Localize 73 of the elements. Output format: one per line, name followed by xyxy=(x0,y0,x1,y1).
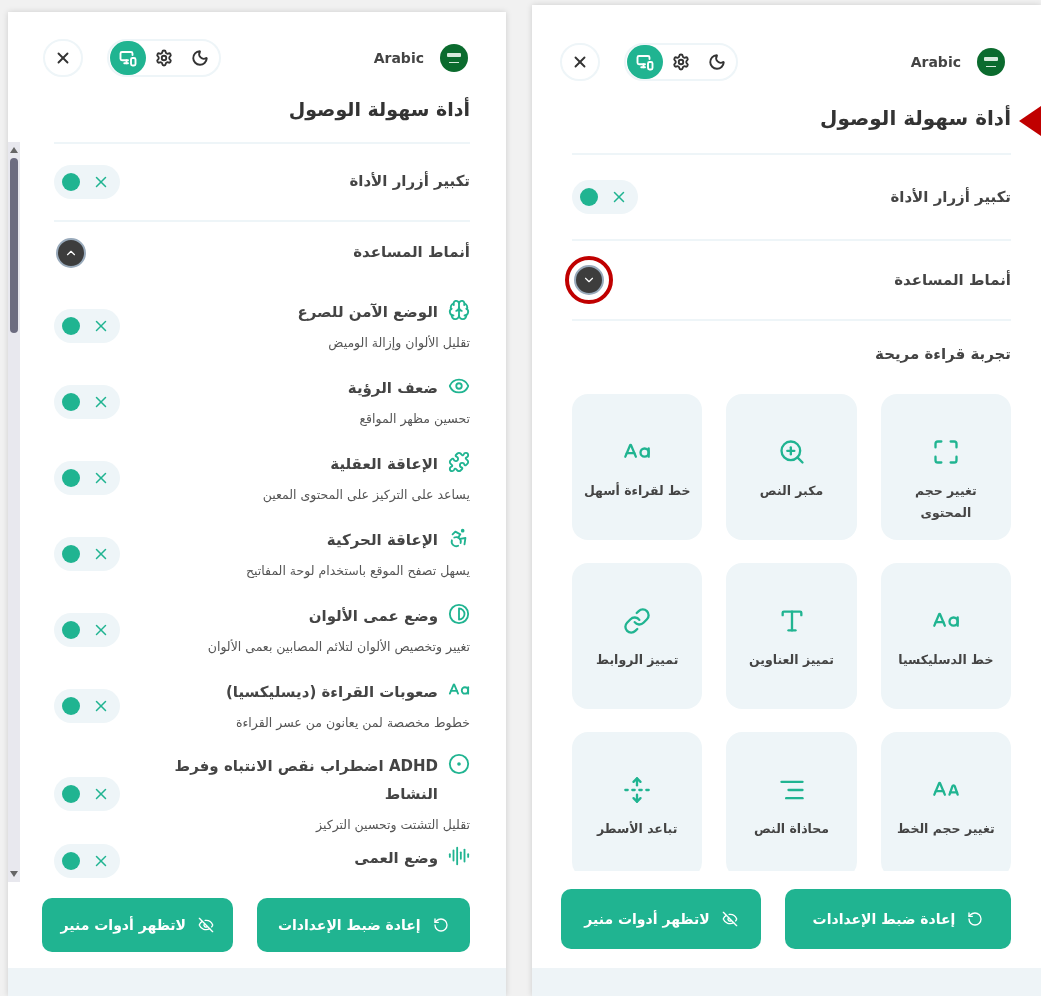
gear-icon xyxy=(155,49,173,67)
profile-description: يساعد على التركيز على المحتوى المعين xyxy=(262,486,470,505)
moon-icon xyxy=(708,53,726,71)
toggle-switch[interactable] xyxy=(54,308,120,343)
reset-icon xyxy=(967,911,984,927)
moon-icon xyxy=(191,49,209,67)
section-label: أنماط المساعدة xyxy=(353,241,470,264)
language-label[interactable]: Arabic xyxy=(373,47,424,69)
toggle-switch[interactable] xyxy=(54,776,120,811)
profile-title: الإعاقة الحركية xyxy=(326,530,438,552)
profile-title: ADHD اضطراب نقص الانتباه وفرط النشاط xyxy=(173,756,438,806)
scrollbar[interactable] xyxy=(8,141,20,882)
toggle-switch[interactable] xyxy=(54,164,120,199)
pointer-arrow xyxy=(1019,106,1041,136)
devices-icon xyxy=(636,53,654,71)
toggle-label: تكبير أزرار الأداة xyxy=(349,170,470,193)
section-label: أنماط المساعدة xyxy=(894,269,1011,291)
profile-description: تقليل التشتت وتحسين التركيز xyxy=(314,816,470,835)
profile-title: صعوبات القراءة (ديسليكسيا) xyxy=(226,682,438,704)
profile-description: تحسين مظهر المواقع xyxy=(358,410,470,429)
feature-tile[interactable]: خط لقراءة أسهل xyxy=(572,393,703,540)
toggle-switch[interactable] xyxy=(572,180,638,214)
collapse-button[interactable] xyxy=(56,237,86,268)
feature-tile[interactable]: مكبر النص xyxy=(726,393,857,540)
devices-icon xyxy=(119,49,137,67)
feature-tile[interactable]: تباعد الأسطر xyxy=(572,731,703,871)
gear-icon xyxy=(672,53,690,71)
contrast-icon xyxy=(448,603,470,626)
profile-title: ضعف الرؤية xyxy=(347,378,438,400)
reset-icon xyxy=(432,917,449,933)
profile-title: الوضع الآمن للصرع xyxy=(297,302,438,324)
puzzle-icon xyxy=(448,451,470,474)
feature-tile[interactable]: محاذاة النص xyxy=(726,731,857,871)
sound-wave-icon xyxy=(448,844,470,867)
feature-tile[interactable]: تمييز العناوين xyxy=(726,562,857,709)
zoom-in-icon xyxy=(777,437,806,466)
line-spacing-icon xyxy=(623,775,652,804)
profile-description: خطوط مخصصة لمن يعانون من عسر القراءة xyxy=(234,714,470,733)
collapse-button[interactable] xyxy=(574,265,604,295)
feature-tile[interactable]: تغيير حجم الخط xyxy=(880,731,1011,871)
feature-tile[interactable]: تمييز الروابط xyxy=(572,562,703,709)
panel-title: أداة سهولة الوصول xyxy=(820,104,1011,132)
feature-tile[interactable]: خط الدسليكسيا xyxy=(880,562,1011,709)
toggle-switch[interactable] xyxy=(54,460,120,495)
scroll-down-icon xyxy=(9,870,19,878)
profile-title: الإعاقة العقلية xyxy=(330,454,438,476)
toggle-switch[interactable] xyxy=(54,843,120,878)
profile-description: يسهل تصفح الموقع باستخدام لوحة المفاتيح xyxy=(245,562,470,581)
close-button[interactable] xyxy=(43,39,83,77)
toggle-switch[interactable] xyxy=(54,536,120,571)
toggle-switch[interactable] xyxy=(54,384,120,419)
toggle-switch[interactable] xyxy=(54,688,120,723)
profile-description: تغيير وتخصيص الألوان لتلائم المصابين بعمى الألوان xyxy=(207,638,470,657)
scroll-up-icon xyxy=(9,145,19,154)
close-button[interactable] xyxy=(560,43,600,81)
profile-title: وضع العمى xyxy=(354,847,438,869)
expand-icon xyxy=(931,437,960,466)
feature-tile[interactable]: تغيير حجم المحتوى xyxy=(880,393,1011,540)
panel-title: أداة سهولة الوصول xyxy=(288,96,470,123)
profile-title: وضع عمى الألوان xyxy=(308,606,438,628)
flag-icon xyxy=(977,48,1005,76)
subsection-title: تجربة قراءة مريحة xyxy=(874,344,1011,365)
toggle-switch[interactable] xyxy=(54,612,120,647)
scrollbar-thumb[interactable] xyxy=(10,157,18,333)
flag-icon xyxy=(440,44,468,72)
toggle-label: تكبير أزرار الأداة xyxy=(890,186,1011,208)
link-icon xyxy=(623,606,652,635)
brain-icon xyxy=(448,299,470,322)
target-icon xyxy=(448,753,470,776)
profile-description: تقليل الألوان وإزالة الوميض xyxy=(327,334,470,353)
eye-off-icon xyxy=(721,911,738,927)
language-label[interactable]: Arabic xyxy=(910,51,961,73)
eye-off-icon xyxy=(197,917,214,933)
